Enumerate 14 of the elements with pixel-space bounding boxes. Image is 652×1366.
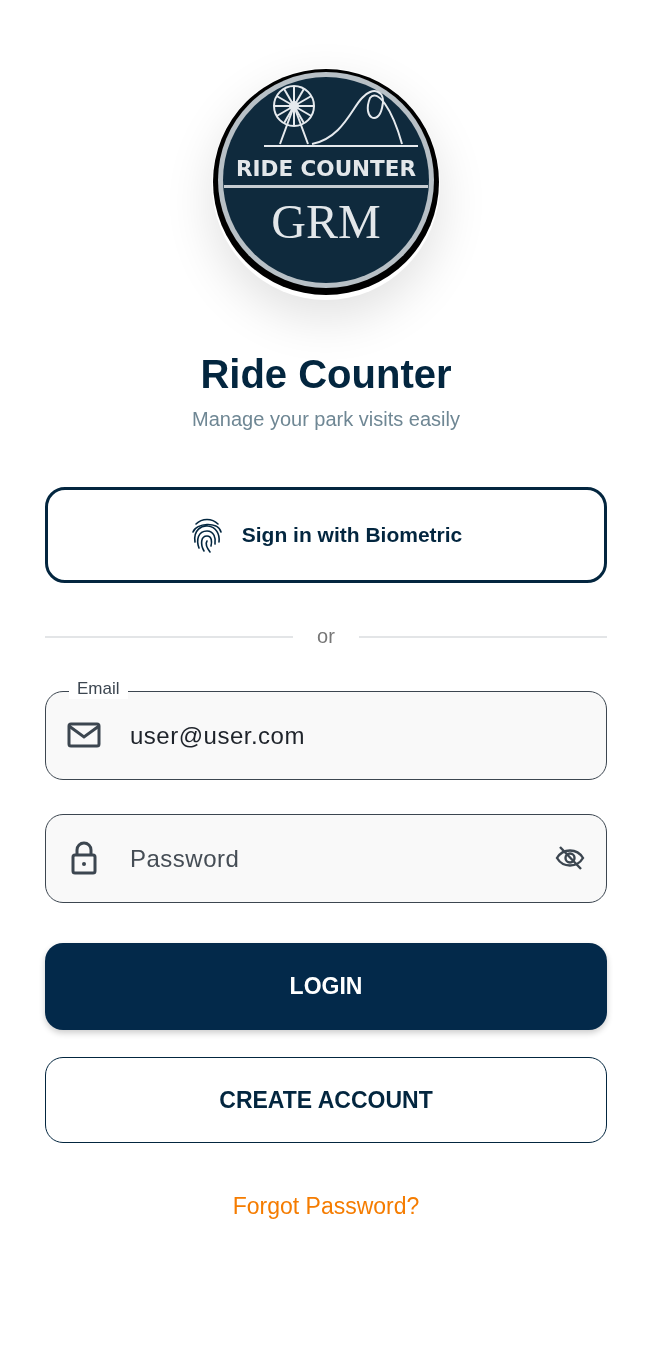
- logo-title: RIDE COUNTER: [236, 156, 421, 181]
- eye-off-icon[interactable]: [555, 845, 585, 871]
- subtitle: Manage your park visits easily: [191, 408, 461, 431]
- app-title: Ride Counter: [199, 351, 453, 398]
- login-button[interactable]: LOGIN: [45, 943, 607, 1030]
- biometric-sign-in-button[interactable]: Sign in with Biometric: [45, 487, 607, 583]
- mail-icon: [67, 722, 101, 748]
- divider-text: or: [317, 625, 335, 648]
- fingerprint-icon: [189, 516, 224, 554]
- email-label: Email: [69, 679, 128, 699]
- logo-monogram: GRM: [271, 195, 381, 248]
- create-account-button[interactable]: CREATE ACCOUNT: [45, 1057, 607, 1143]
- lock-icon: [71, 841, 97, 875]
- password-field[interactable]: Password: [45, 814, 607, 903]
